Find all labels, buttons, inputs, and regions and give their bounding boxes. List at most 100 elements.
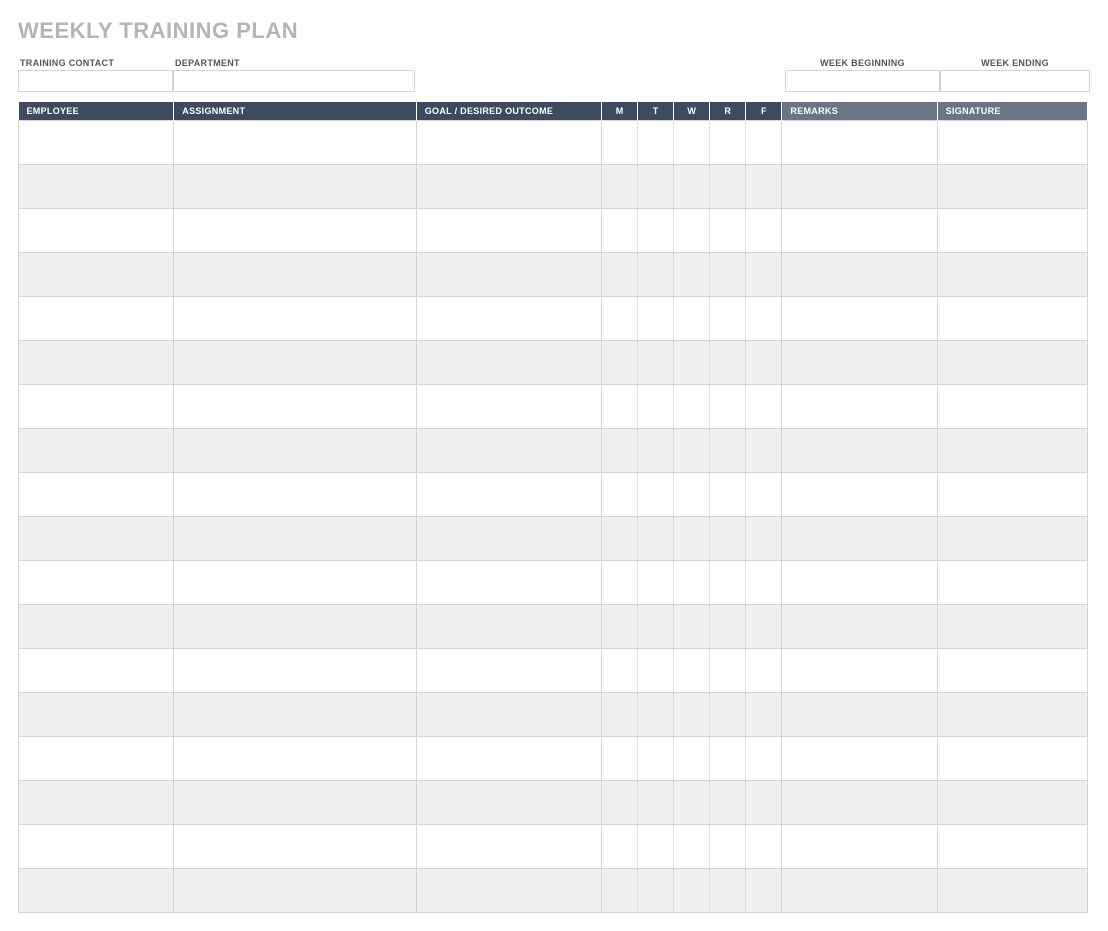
cell-assignment[interactable] bbox=[174, 605, 416, 649]
cell-wednesday[interactable] bbox=[674, 737, 710, 781]
cell-monday[interactable] bbox=[602, 561, 638, 605]
cell-monday[interactable] bbox=[602, 649, 638, 693]
cell-signature[interactable] bbox=[937, 253, 1087, 297]
cell-employee[interactable] bbox=[19, 825, 174, 869]
cell-wednesday[interactable] bbox=[674, 517, 710, 561]
cell-goal[interactable] bbox=[416, 121, 601, 165]
cell-signature[interactable] bbox=[937, 605, 1087, 649]
cell-remarks[interactable] bbox=[782, 473, 937, 517]
cell-wednesday[interactable] bbox=[674, 165, 710, 209]
cell-tuesday[interactable] bbox=[638, 781, 674, 825]
cell-friday[interactable] bbox=[746, 561, 782, 605]
cell-wednesday[interactable] bbox=[674, 121, 710, 165]
cell-tuesday[interactable] bbox=[638, 165, 674, 209]
cell-goal[interactable] bbox=[416, 429, 601, 473]
cell-wednesday[interactable] bbox=[674, 825, 710, 869]
cell-employee[interactable] bbox=[19, 737, 174, 781]
cell-wednesday[interactable] bbox=[674, 605, 710, 649]
cell-assignment[interactable] bbox=[174, 649, 416, 693]
cell-friday[interactable] bbox=[746, 297, 782, 341]
cell-friday[interactable] bbox=[746, 781, 782, 825]
cell-friday[interactable] bbox=[746, 649, 782, 693]
cell-signature[interactable] bbox=[937, 165, 1087, 209]
cell-tuesday[interactable] bbox=[638, 737, 674, 781]
cell-wednesday[interactable] bbox=[674, 561, 710, 605]
cell-assignment[interactable] bbox=[174, 561, 416, 605]
cell-thursday[interactable] bbox=[710, 253, 746, 297]
cell-tuesday[interactable] bbox=[638, 473, 674, 517]
cell-tuesday[interactable] bbox=[638, 209, 674, 253]
cell-friday[interactable] bbox=[746, 209, 782, 253]
cell-signature[interactable] bbox=[937, 473, 1087, 517]
cell-remarks[interactable] bbox=[782, 165, 937, 209]
cell-monday[interactable] bbox=[602, 605, 638, 649]
cell-remarks[interactable] bbox=[782, 869, 937, 913]
cell-remarks[interactable] bbox=[782, 121, 937, 165]
cell-monday[interactable] bbox=[602, 429, 638, 473]
cell-remarks[interactable] bbox=[782, 253, 937, 297]
cell-thursday[interactable] bbox=[710, 869, 746, 913]
cell-employee[interactable] bbox=[19, 297, 174, 341]
cell-goal[interactable] bbox=[416, 781, 601, 825]
cell-thursday[interactable] bbox=[710, 781, 746, 825]
cell-assignment[interactable] bbox=[174, 341, 416, 385]
cell-remarks[interactable] bbox=[782, 341, 937, 385]
cell-signature[interactable] bbox=[937, 825, 1087, 869]
cell-tuesday[interactable] bbox=[638, 561, 674, 605]
cell-goal[interactable] bbox=[416, 693, 601, 737]
cell-employee[interactable] bbox=[19, 429, 174, 473]
cell-friday[interactable] bbox=[746, 737, 782, 781]
cell-tuesday[interactable] bbox=[638, 605, 674, 649]
cell-monday[interactable] bbox=[602, 693, 638, 737]
cell-assignment[interactable] bbox=[174, 781, 416, 825]
cell-wednesday[interactable] bbox=[674, 869, 710, 913]
cell-thursday[interactable] bbox=[710, 297, 746, 341]
cell-signature[interactable] bbox=[937, 649, 1087, 693]
cell-employee[interactable] bbox=[19, 209, 174, 253]
cell-employee[interactable] bbox=[19, 341, 174, 385]
cell-wednesday[interactable] bbox=[674, 649, 710, 693]
cell-signature[interactable] bbox=[937, 517, 1087, 561]
cell-assignment[interactable] bbox=[174, 473, 416, 517]
cell-wednesday[interactable] bbox=[674, 385, 710, 429]
cell-monday[interactable] bbox=[602, 165, 638, 209]
cell-signature[interactable] bbox=[937, 429, 1087, 473]
cell-goal[interactable] bbox=[416, 297, 601, 341]
cell-signature[interactable] bbox=[937, 781, 1087, 825]
cell-goal[interactable] bbox=[416, 165, 601, 209]
cell-employee[interactable] bbox=[19, 253, 174, 297]
cell-employee[interactable] bbox=[19, 649, 174, 693]
cell-assignment[interactable] bbox=[174, 121, 416, 165]
cell-employee[interactable] bbox=[19, 869, 174, 913]
cell-monday[interactable] bbox=[602, 825, 638, 869]
cell-monday[interactable] bbox=[602, 297, 638, 341]
cell-wednesday[interactable] bbox=[674, 693, 710, 737]
cell-employee[interactable] bbox=[19, 693, 174, 737]
cell-remarks[interactable] bbox=[782, 693, 937, 737]
cell-signature[interactable] bbox=[937, 561, 1087, 605]
cell-friday[interactable] bbox=[746, 165, 782, 209]
cell-thursday[interactable] bbox=[710, 121, 746, 165]
cell-monday[interactable] bbox=[602, 781, 638, 825]
cell-goal[interactable] bbox=[416, 385, 601, 429]
cell-assignment[interactable] bbox=[174, 429, 416, 473]
cell-remarks[interactable] bbox=[782, 517, 937, 561]
cell-remarks[interactable] bbox=[782, 429, 937, 473]
cell-friday[interactable] bbox=[746, 517, 782, 561]
cell-friday[interactable] bbox=[746, 869, 782, 913]
cell-monday[interactable] bbox=[602, 121, 638, 165]
cell-monday[interactable] bbox=[602, 517, 638, 561]
cell-monday[interactable] bbox=[602, 385, 638, 429]
cell-friday[interactable] bbox=[746, 385, 782, 429]
cell-wednesday[interactable] bbox=[674, 781, 710, 825]
cell-goal[interactable] bbox=[416, 605, 601, 649]
cell-signature[interactable] bbox=[937, 209, 1087, 253]
cell-signature[interactable] bbox=[937, 869, 1087, 913]
cell-goal[interactable] bbox=[416, 253, 601, 297]
cell-remarks[interactable] bbox=[782, 781, 937, 825]
cell-wednesday[interactable] bbox=[674, 253, 710, 297]
cell-monday[interactable] bbox=[602, 253, 638, 297]
cell-tuesday[interactable] bbox=[638, 121, 674, 165]
week-ending-input[interactable] bbox=[940, 70, 1090, 92]
cell-employee[interactable] bbox=[19, 165, 174, 209]
